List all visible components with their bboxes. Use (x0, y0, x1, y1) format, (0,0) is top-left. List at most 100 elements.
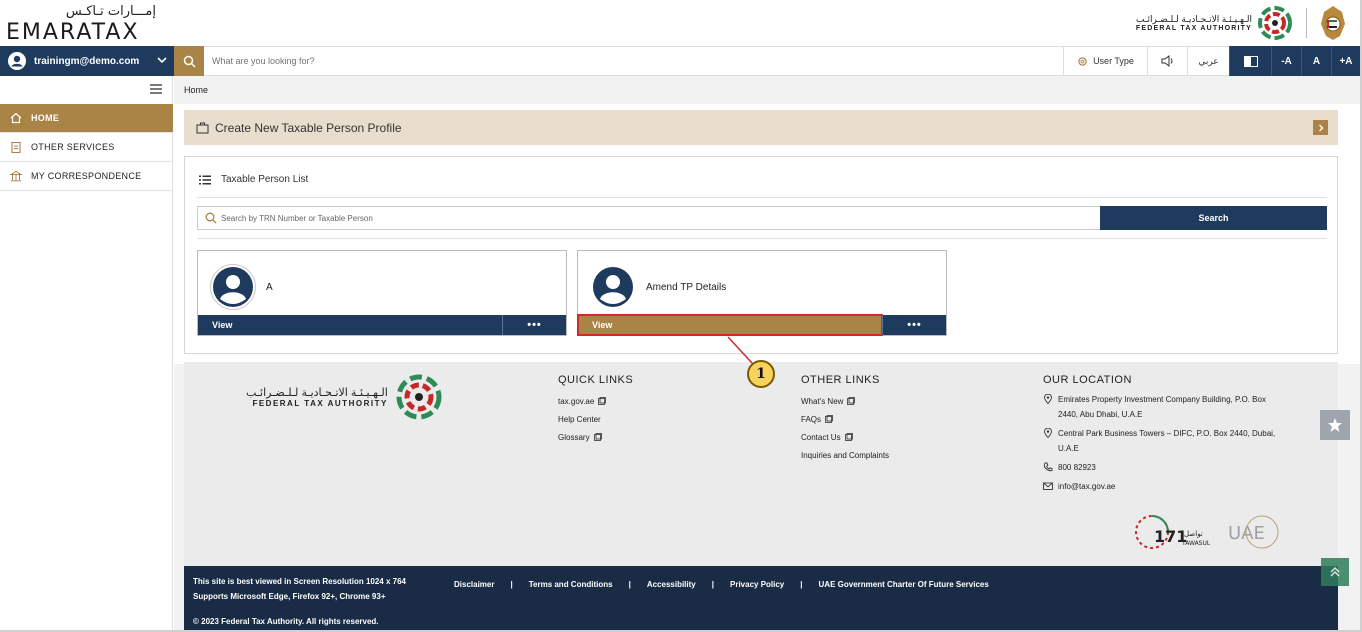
tawasul-logo[interactable]: 171 تواصل TAWASUL (1134, 512, 1214, 552)
tawasul-arabic: تواصل (1184, 530, 1203, 538)
create-taxable-person-profile-bar[interactable]: Create New Taxable Person Profile (184, 110, 1338, 145)
other-link-whats-new[interactable]: What's New (801, 392, 889, 410)
speaker-icon (1161, 55, 1172, 67)
chevron-down-icon (157, 57, 167, 64)
address-text: Emirates Property Investment Company Bui… (1058, 395, 1266, 419)
font-normal-button[interactable]: A (1301, 46, 1331, 76)
more-options-button[interactable]: ••• (882, 315, 946, 335)
taxable-person-avatar (590, 264, 636, 310)
text-to-speech-button[interactable] (1147, 46, 1187, 76)
link-label: Help Center (558, 414, 601, 424)
email-text: info@tax.gov.ae (1058, 482, 1116, 491)
quick-links-title: QUICK LINKS (558, 374, 634, 386)
taxable-person-avatar (210, 264, 256, 310)
view-button[interactable]: View (577, 314, 883, 336)
hamburger-menu-icon[interactable] (150, 84, 162, 94)
external-link-icon (825, 415, 833, 423)
sidebar-item-other-services[interactable]: OTHER SERVICES (0, 133, 173, 162)
font-decrease-button[interactable]: -A (1271, 46, 1301, 76)
language-toggle[interactable]: عربي (1187, 46, 1229, 76)
card-footer: View ••• (577, 314, 946, 336)
view-button[interactable]: View (198, 315, 502, 335)
scroll-to-top-button[interactable] (1321, 558, 1349, 586)
user-avatar-icon (213, 267, 253, 307)
user-account-menu[interactable]: trainingm@demo.com (0, 46, 174, 76)
divider (197, 197, 1327, 198)
star-icon (1328, 418, 1342, 432)
footer-fta-name-english: FEDERAL TAX AUTHORITY (252, 399, 388, 408)
external-link-icon (598, 397, 607, 405)
taxable-person-list-title: Taxable Person List (221, 174, 309, 185)
link-label: Inquiries and Complaints (801, 450, 890, 460)
user-avatar-icon (8, 52, 26, 70)
site-requirements-note: This site is best viewed in Screen Resol… (193, 574, 406, 604)
sidebar-item-my-correspondence[interactable]: MY CORRESPONDENCE (0, 162, 173, 191)
uae-logo-text: UAE (1228, 523, 1265, 544)
link-label: What's New (801, 396, 844, 406)
privacy-policy-link[interactable]: Privacy Policy (730, 580, 784, 589)
footer: الـهـيـئـة الاتـحـاديـة لـلـضـرائـب FEDE… (184, 362, 1338, 566)
our-location-title: OUR LOCATION (1043, 374, 1132, 386)
legal-links: Disclaimer | Terms and Conditions | Acce… (454, 580, 989, 589)
disclaimer-link[interactable]: Disclaimer (454, 580, 494, 589)
link-label: Contact Us (801, 432, 841, 442)
top-bar: trainingm@demo.com User Type عر (0, 46, 1360, 76)
card-footer: View ••• (198, 315, 566, 335)
taxable-person-search-placeholder: Search by TRN Number or Taxable Person (221, 213, 373, 223)
chevron-double-up-icon (1330, 566, 1340, 577)
email-address[interactable]: info@tax.gov.ae (1043, 479, 1283, 494)
logo-english: EMARATAX (6, 20, 140, 45)
breadcrumb-home[interactable]: Home (184, 85, 208, 95)
header-divider (1306, 8, 1307, 38)
phone-number[interactable]: 800 82923 (1043, 460, 1283, 475)
uae-brand-logo[interactable]: UAE (1224, 514, 1280, 550)
global-search-input[interactable] (212, 47, 912, 75)
resolution-note: This site is best viewed in Screen Resol… (193, 577, 406, 586)
other-link-faqs[interactable]: FAQs (801, 410, 889, 428)
fta-emblem-icon (1258, 6, 1292, 40)
global-search-button[interactable] (174, 46, 204, 76)
gear-icon (1078, 56, 1087, 66)
our-location-section: OUR LOCATION Emirates Property Investmen… (1043, 374, 1283, 498)
taxable-person-card: Amend TP Details View ••• (577, 250, 947, 336)
taxable-person-search-field[interactable]: Search by TRN Number or Taxable Person (197, 206, 1101, 230)
quick-link-help-center[interactable]: Help Center (558, 410, 633, 428)
taxable-person-search-button[interactable]: Search (1100, 206, 1327, 230)
fta-emblem-icon (396, 374, 442, 420)
font-increase-button[interactable]: +A (1331, 46, 1360, 76)
other-links-title: OTHER LINKS (801, 374, 880, 386)
building-icon (10, 170, 22, 182)
clipboard-icon (11, 141, 21, 153)
fta-header-logo: الـهـيـئـة الاتـحـاديـة لـلـضـرائـب FEDE… (1136, 5, 1292, 41)
uae-emblem-icon (1321, 6, 1345, 40)
fta-name-arabic: الـهـيـئـة الاتـحـاديـة لـلـضـرائـب (1135, 14, 1252, 24)
phone-text: 800 82923 (1058, 463, 1096, 472)
list-icon (199, 175, 211, 184)
create-profile-arrow-button[interactable] (1313, 120, 1328, 135)
home-icon (10, 112, 22, 124)
breadcrumb-bar: Home (174, 76, 1360, 104)
sidebar-item-home[interactable]: HOME (0, 104, 173, 133)
quick-link-glossary[interactable]: Glossary (558, 428, 633, 446)
fta-name-english: FEDERAL TAX AUTHORITY (1135, 25, 1252, 32)
main-content: Home Create New Taxable Person Profile T… (174, 76, 1360, 630)
user-type-button[interactable]: User Type (1063, 46, 1147, 76)
sidebar-item-label: OTHER SERVICES (31, 142, 115, 152)
chevron-right-icon (1318, 124, 1323, 131)
taxable-person-card: A View ••• (197, 250, 567, 336)
contrast-toggle-button[interactable] (1229, 46, 1271, 76)
dashboard-content: Create New Taxable Person Profile Taxabl… (174, 104, 1360, 364)
other-link-inquiries[interactable]: Inquiries and Complaints (801, 446, 889, 464)
sidebar: HOME OTHER SERVICES MY CORRESPONDENCE (0, 76, 173, 630)
search-icon (183, 55, 196, 68)
terms-link[interactable]: Terms and Conditions (529, 580, 613, 589)
emaratax-logo[interactable]: إمـــارات تـاكـس EMARATAX (6, 4, 156, 45)
accessibility-link[interactable]: Accessibility (647, 580, 696, 589)
other-link-contact-us[interactable]: Contact Us (801, 428, 889, 446)
quick-link-tax-gov[interactable]: tax.gov.ae (558, 392, 633, 410)
taxable-person-name: Amend TP Details (646, 282, 727, 293)
favorites-button[interactable] (1320, 410, 1350, 440)
taxable-person-list-heading: Taxable Person List (199, 174, 308, 185)
uae-charter-link[interactable]: UAE Government Charter Of Future Service… (819, 580, 989, 589)
more-options-button[interactable]: ••• (502, 315, 566, 335)
